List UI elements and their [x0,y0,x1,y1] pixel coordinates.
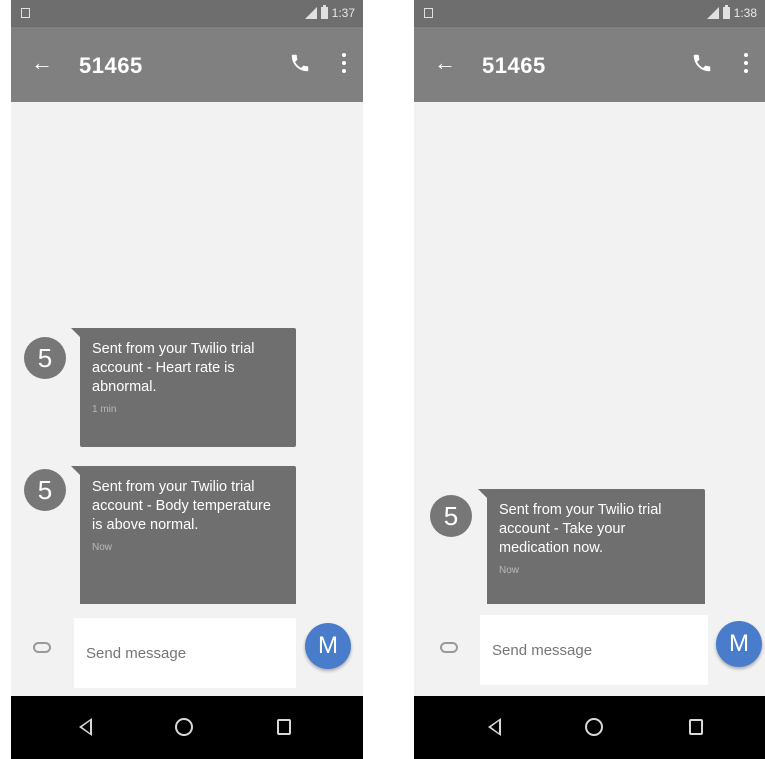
phone-icon[interactable] [691,52,713,74]
message-input[interactable] [480,615,708,685]
signal-icon [304,7,317,19]
navigation-bar [11,696,363,759]
message-bubble: Sent from your Twilio trial account - He… [71,328,296,447]
conversation-area: 5 Sent from your Twilio trial account - … [414,102,765,615]
conversation-title: 51465 [482,53,546,78]
app-bar: ← 51465 [414,27,765,102]
message-text: Sent from your Twilio trial account - Bo… [92,479,271,533]
phone-screen-left: 1:37 ← 51465 5 Sent from your Twilio tri… [11,0,363,759]
nav-home-icon[interactable] [585,718,603,736]
more-icon[interactable] [341,53,347,73]
message-bubble: Sent from your Twilio trial account - Ta… [478,489,705,607]
status-time: 1:38 [733,6,757,20]
battery-icon [722,5,730,19]
nav-home-icon[interactable] [175,718,193,736]
compose-bar: M [414,604,765,692]
conversation-area: 5 Sent from your Twilio trial account - … [11,102,363,615]
sender-avatar: 5 [430,495,472,537]
signal-icon [706,7,719,19]
phone-screen-right: 1:38 ← 51465 5 Sent from your Twilio tri… [414,0,765,759]
message-text: Sent from your Twilio trial account - He… [92,341,255,395]
nav-recents-icon[interactable] [689,719,703,735]
sender-avatar: 5 [24,337,66,379]
nav-back-icon[interactable] [79,718,92,736]
nav-recents-icon[interactable] [277,719,291,735]
app-bar: ← 51465 [11,27,363,102]
message-time: 1 min [92,404,117,415]
message-time: Now [499,565,520,576]
status-bar: 1:37 [11,0,363,27]
status-bar: 1:38 [414,0,765,27]
message-time: Now [92,542,113,553]
conversation-title: 51465 [79,53,143,78]
message-text: Sent from your Twilio trial account - Ta… [499,502,662,556]
back-arrow-icon[interactable]: ← [31,51,53,75]
sender-avatar: 5 [24,469,66,511]
battery-icon [320,5,328,19]
message-bubble: Sent from your Twilio trial account - Bo… [71,466,296,609]
send-fab[interactable]: M [305,623,351,669]
send-fab[interactable]: M [716,621,762,667]
status-time: 1:37 [331,6,355,20]
more-icon[interactable] [743,53,749,73]
sim-icon [21,8,30,18]
attach-icon[interactable] [33,642,51,653]
back-arrow-icon[interactable]: ← [434,51,456,75]
compose-bar: M [11,604,363,692]
navigation-bar [414,696,765,759]
nav-back-icon[interactable] [488,718,501,736]
sim-icon [424,8,433,18]
message-input[interactable] [74,618,296,688]
phone-icon[interactable] [289,52,311,74]
attach-icon[interactable] [440,642,458,653]
